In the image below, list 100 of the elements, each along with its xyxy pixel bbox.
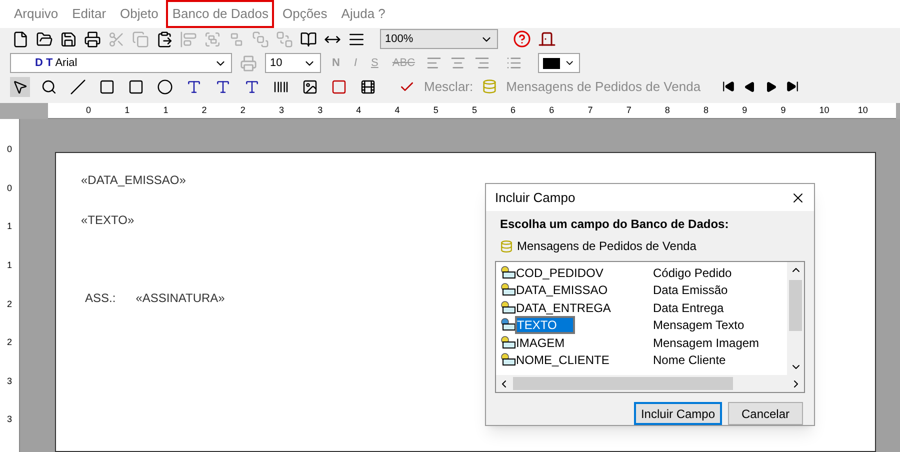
field-name: IMAGEM [516, 334, 566, 352]
ruler-label: 6 [549, 104, 556, 117]
font-dropdown[interactable]: D T Arial [10, 53, 232, 74]
field-icon [500, 283, 516, 298]
ruler-label: 1 [124, 104, 131, 117]
ruler-label: 5 [472, 104, 478, 117]
ruler-label: 7 [626, 104, 632, 117]
merge-label: Mesclar: [424, 78, 474, 96]
menu-item[interactable]: Ajuda ? [335, 0, 392, 28]
ruler-label: 3 [6, 374, 12, 388]
ruler-label: 2 [240, 104, 246, 117]
film-icon [360, 78, 376, 95]
ruler-label: 1 [163, 104, 170, 117]
ruler-label: 0 [6, 143, 12, 156]
ruler-label: 0 [6, 182, 12, 195]
merge-field[interactable]: «DATA_EMISSAO» [81, 171, 186, 190]
field-description: Data Emissão [653, 282, 728, 300]
field-name: DATA_EMISSAO [516, 282, 609, 300]
field-row[interactable]: DATA_EMISSAO Data Emissão [500, 282, 787, 299]
help-icon[interactable] [513, 30, 531, 48]
field-icon [500, 318, 516, 332]
field-label: ASS.: [85, 290, 116, 308]
ruler-label: 2 [6, 336, 12, 350]
ruler-label: 6 [510, 104, 517, 117]
field-description: Mensagem Texto [653, 317, 744, 334]
field-icon [500, 266, 516, 280]
text-icon [244, 78, 260, 95]
field-name: NOME_CLIENTE [516, 352, 610, 370]
save-icon[interactable] [60, 30, 77, 48]
database-icon [500, 240, 513, 252]
dialog-button[interactable]: Incluir Campo [634, 402, 722, 425]
printer-icon[interactable] [84, 30, 101, 48]
source-name: Mensagens de Pedidos de Venda [517, 238, 696, 255]
menu-item[interactable]: Arquivo [8, 0, 64, 28]
color-dropdown[interactable] [538, 53, 580, 74]
next-record-icon[interactable] [764, 80, 777, 93]
image-icon [302, 78, 318, 95]
last-record-icon[interactable] [786, 80, 799, 94]
field-description: Código Pedido [653, 264, 732, 282]
field-row[interactable]: NOME_CLIENTE Nome Cliente [500, 352, 787, 369]
previous-record-icon[interactable] [744, 80, 756, 93]
ruler-label: 4 [356, 104, 362, 117]
field-description: Data Entrega [653, 300, 724, 317]
vertical-scrollbar[interactable] [787, 262, 804, 375]
rectangle-icon [128, 78, 144, 95]
ole-icon [331, 78, 347, 95]
ruler-label: 1 [6, 220, 12, 234]
field-icon [500, 353, 516, 368]
dialog-title: Incluir Campo [495, 188, 576, 207]
tool-button[interactable] [155, 76, 175, 97]
menu-item[interactable]: Editar [66, 0, 112, 28]
menu-item[interactable]: Objeto [114, 0, 164, 28]
field-row[interactable]: IMAGEM Mensagem Imagem [500, 334, 787, 352]
merge-source: Mensagens de Pedidos de Venda [506, 78, 701, 96]
line-icon [70, 78, 86, 95]
text-frame-icon [186, 78, 202, 95]
rich-text-icon [215, 78, 231, 95]
ruler-label: 4 [394, 104, 401, 117]
door-icon[interactable] [538, 30, 556, 48]
dialog-button[interactable]: Cancelar [728, 402, 803, 425]
ruler-label: 5 [433, 104, 440, 117]
tool-button[interactable] [68, 76, 88, 97]
ruler-label: 3 [278, 104, 285, 117]
field-icon [500, 336, 516, 350]
rounded-rectangle-icon [99, 78, 115, 95]
horizontal-scrollbar[interactable] [496, 375, 804, 392]
field-row[interactable]: COD_PEDIDOV Código Pedido [500, 264, 787, 282]
folder-icon[interactable] [36, 30, 53, 48]
menu-item[interactable]: Opções [276, 0, 334, 28]
field-name: DATA_ENTREGA [516, 300, 612, 317]
ruler-label: 8 [704, 104, 710, 117]
pointer-icon [12, 78, 28, 95]
field-row[interactable]: DATA_ENTREGA Data Entrega [500, 299, 787, 316]
paste-icon[interactable] [156, 30, 173, 48]
dialog-heading: Escolha um campo do Banco de Dados: [499, 216, 730, 233]
ruler-label: 2 [202, 104, 208, 117]
field-name: COD_PEDIDOV [516, 264, 604, 282]
new-file-icon[interactable] [12, 30, 29, 48]
merge-field[interactable]: «ASSINATURA» [136, 289, 225, 308]
menu-item[interactable]: Banco de Dados [166, 0, 274, 28]
field-description: Mensagem Imagem [653, 334, 760, 352]
size-dropdown[interactable]: 10 [265, 53, 321, 74]
ruler-label: 10 [819, 104, 830, 117]
ruler-label: 3 [6, 413, 12, 426]
tool-button[interactable] [10, 76, 30, 97]
field-row[interactable]: TEXTO Mensagem Texto [500, 316, 787, 334]
ruler-label: 9 [742, 104, 748, 117]
first-record-icon[interactable] [722, 80, 735, 94]
ruler-label: 1 [6, 259, 12, 272]
ellipse-icon [157, 78, 173, 95]
ruler-label: 10 [858, 104, 869, 117]
field-description: Nome Cliente [653, 352, 726, 370]
merge-field[interactable]: «TEXTO» [81, 211, 134, 230]
zoom-dropdown[interactable]: 100% [380, 29, 498, 50]
field-name: TEXTO [516, 316, 653, 334]
zoom-icon [41, 78, 57, 95]
ruler-label: 3 [318, 104, 324, 117]
ruler-label: 8 [664, 104, 671, 117]
field-icon [500, 300, 516, 315]
ruler-label: 0 [86, 104, 92, 117]
